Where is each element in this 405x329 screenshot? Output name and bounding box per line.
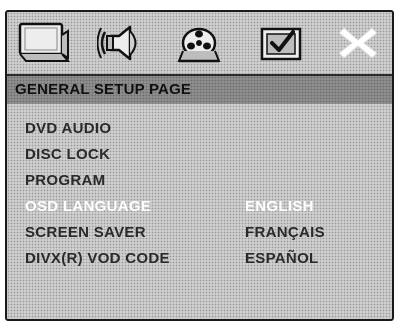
page-header-bar: GENERAL SETUP PAGE: [7, 74, 392, 104]
setup-menu-list: DVD AUDIO DISC LOCK PROGRAM OSD LANGUAGE…: [25, 116, 170, 272]
menu-item-program[interactable]: PROGRAM: [25, 168, 170, 194]
page-title: GENERAL SETUP PAGE: [15, 81, 192, 98]
tab-preference-setup[interactable]: [253, 18, 311, 68]
menu-item-screen-saver[interactable]: SCREEN SAVER: [25, 220, 170, 246]
language-options-list: ENGLISH FRANÇAIS ESPAÑOL: [245, 194, 325, 272]
option-espanol[interactable]: ESPAÑOL: [245, 246, 325, 272]
menu-item-divx-vod-code[interactable]: DIVX(R) VOD CODE: [25, 246, 170, 272]
video-reel-icon: [177, 27, 221, 63]
menu-item-osd-language[interactable]: OSD LANGUAGE: [25, 194, 170, 220]
tab-exit-setup[interactable]: [329, 18, 387, 68]
general-setup-tv-icon: [18, 22, 71, 62]
close-x-icon: [338, 27, 378, 59]
setup-menu-screen: GENERAL SETUP PAGE DVD AUDIO DISC LOCK P…: [5, 10, 394, 321]
menu-item-dvd-audio[interactable]: DVD AUDIO: [25, 116, 170, 142]
option-francais[interactable]: FRANÇAIS: [245, 220, 325, 246]
menu-item-disc-lock[interactable]: DISC LOCK: [25, 142, 170, 168]
tab-audio-setup[interactable]: [93, 18, 151, 68]
setup-tab-bar: [7, 12, 392, 74]
audio-speaker-icon: [97, 25, 137, 61]
tab-general-setup[interactable]: [15, 18, 73, 68]
preference-check-icon: [260, 27, 302, 61]
tab-video-setup[interactable]: [171, 18, 229, 68]
option-english[interactable]: ENGLISH: [245, 194, 325, 220]
